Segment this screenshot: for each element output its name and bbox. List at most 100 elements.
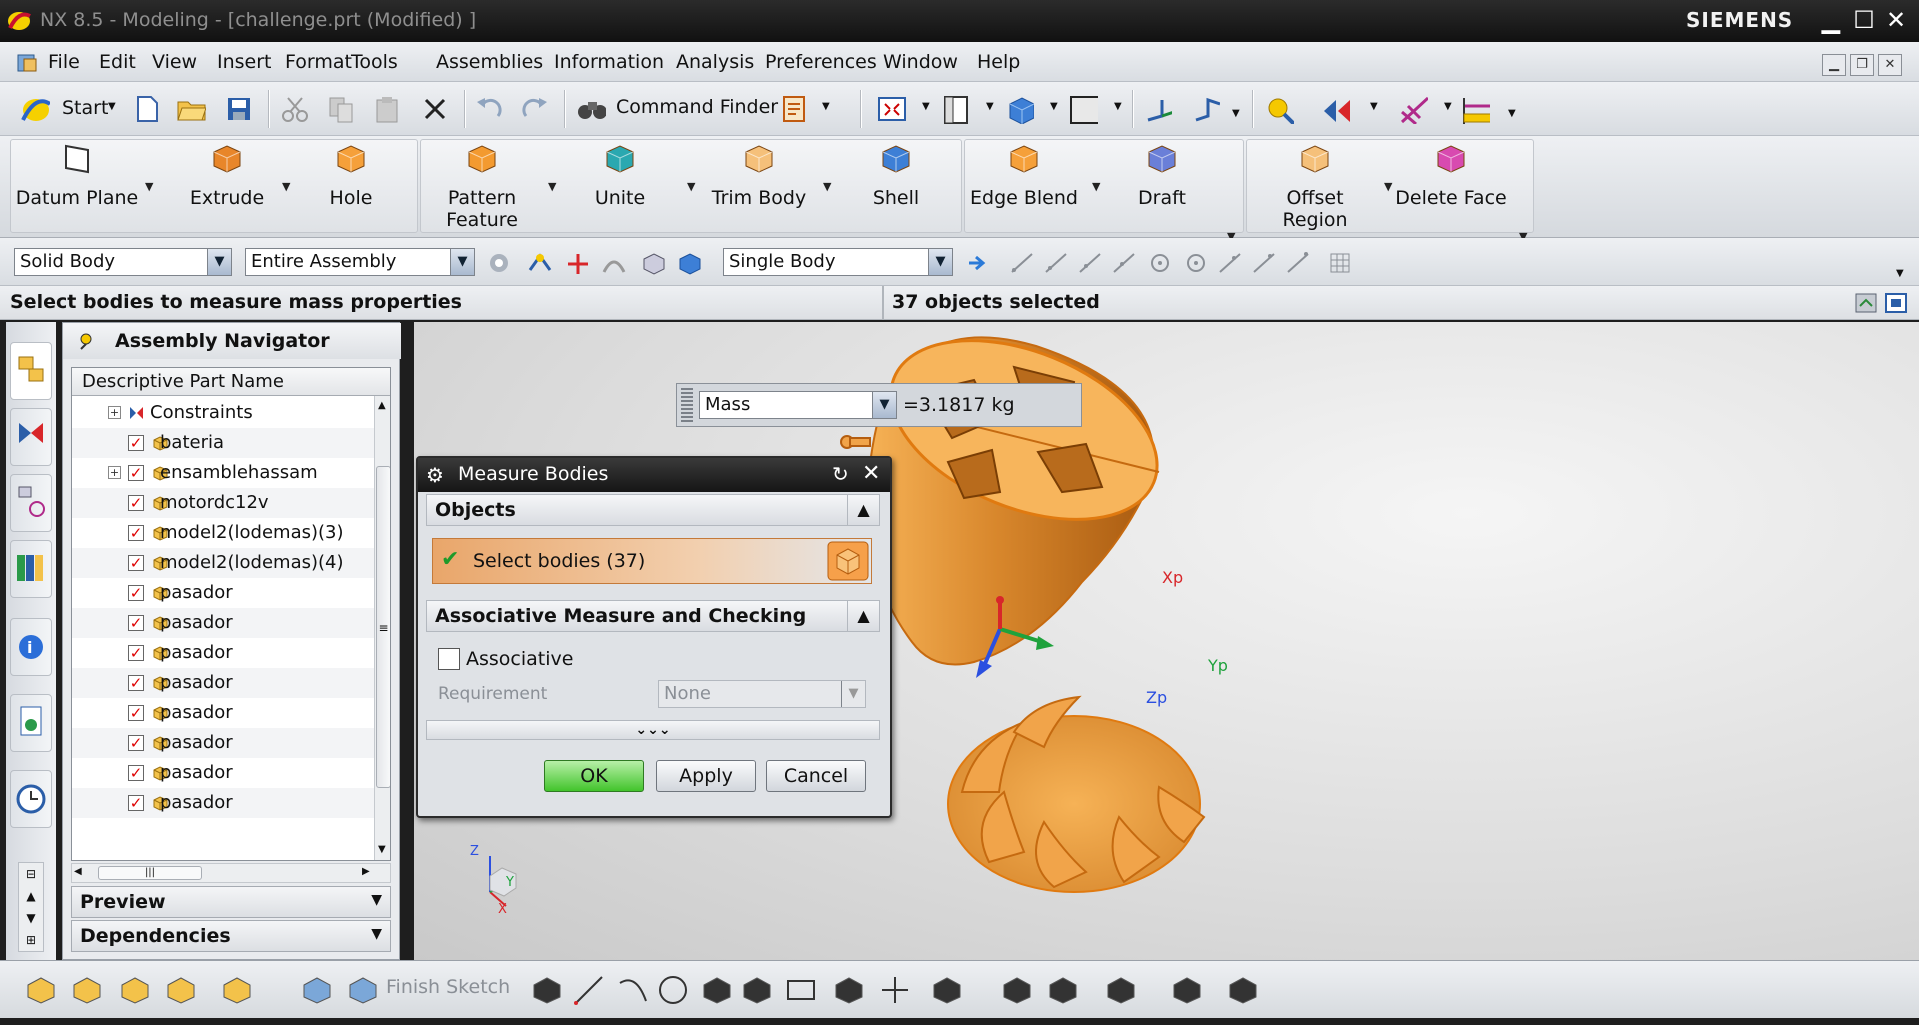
visibility-checkbox[interactable]: ✓ [128,645,144,661]
chevron-up-icon[interactable]: ▲ [847,601,879,631]
draft-button[interactable]: Draft [1104,142,1220,209]
visibility-checkbox[interactable]: ✓ [128,705,144,721]
new-file-icon[interactable] [132,94,162,124]
tree-row[interactable]: ✓ model2(lodemas)(4) [72,548,374,578]
wcs-dropdown-icon[interactable]: ▼ [1232,108,1240,119]
extrude-button[interactable]: Extrude [164,142,290,209]
snap-icon[interactable] [1398,94,1428,124]
close-button[interactable]: ✕ [1881,6,1911,34]
visibility-checkbox[interactable]: ✓ [128,735,144,751]
constraints-icon[interactable] [1170,973,1204,1007]
tree-row[interactable]: + Constraints [72,398,374,428]
constraint-navigator-tab[interactable] [10,408,52,466]
body-rule-select[interactable]: Single Body ▼ [723,248,953,276]
delete-face-button[interactable]: Delete Face [1386,142,1516,209]
orient-dropdown-icon[interactable]: ▼ [986,101,994,112]
full-screen-icon[interactable] [1854,292,1878,314]
expand-icon[interactable]: + [108,466,121,479]
menu-window[interactable]: Window [883,51,958,73]
arc-center-icon[interactable] [1146,250,1174,276]
hole-button[interactable]: Hole [296,142,406,209]
finish-sketch-button[interactable]: Finish Sketch [386,976,510,998]
polygon-icon[interactable] [832,973,866,1007]
visibility-checkbox[interactable]: ✓ [128,465,144,481]
chevron-down-icon[interactable]: ▼ [872,392,896,418]
chevron-down-icon[interactable]: ▼ [450,249,474,275]
move-wcs-icon[interactable] [1190,94,1220,124]
cancel-button[interactable]: Cancel [766,760,866,792]
menu-insert[interactable]: Insert [217,51,272,73]
vertical-scrollbar[interactable]: ▲ ≡ ▼ [374,396,390,860]
chevron-down-icon[interactable]: ▼ [548,180,556,193]
chevron-down-icon[interactable]: ▼ [371,892,382,908]
menu-assemblies[interactable]: Assemblies [436,51,543,73]
visibility-checkbox[interactable]: ✓ [128,795,144,811]
datum-plane-button[interactable]: Datum Plane [14,142,140,209]
navigator-tree[interactable]: Descriptive Part Name + Constraints ✓ bater… [71,367,391,861]
tree-row[interactable]: ✓ bateria [72,428,374,458]
analysis-icon[interactable] [1264,94,1294,124]
template-icon[interactable] [780,94,810,124]
tree-row[interactable]: ✓ pasador [72,788,374,818]
pattern-feature-button[interactable]: Pattern Feature [430,142,534,231]
circle-icon[interactable] [656,973,690,1007]
mdi-restore-button[interactable]: ❐ [1850,54,1874,76]
tree-row[interactable]: ✓ pasador [72,728,374,758]
undo-icon[interactable] [474,94,504,124]
tree-row[interactable]: ✓ model2(lodemas)(3) [72,518,374,548]
minimize-button[interactable]: ▁ [1816,6,1846,34]
web-browser-tab[interactable]: i [10,618,52,676]
maximize-button[interactable]: ☐ [1849,6,1879,34]
visibility-checkbox[interactable]: ✓ [128,675,144,691]
expand-icon[interactable]: + [108,406,121,419]
background-dropdown-icon[interactable]: ▼ [1114,101,1122,112]
measure-distance-icon[interactable] [1460,94,1490,124]
start-icon[interactable] [20,94,50,124]
visibility-checkbox[interactable]: ✓ [128,555,144,571]
chevron-down-icon[interactable]: ▼ [687,180,695,193]
paste-icon[interactable] [372,94,402,124]
snap-dropdown-icon[interactable]: ▼ [1444,101,1452,112]
objects-section-header[interactable]: Objects ▲ [426,494,880,526]
assembly-filter-icon[interactable] [486,250,512,276]
redo-icon[interactable] [520,94,550,124]
associative-checkbox[interactable] [438,648,460,670]
history-tab[interactable] [10,770,52,828]
offset-region-button[interactable]: Offset Region [1256,142,1374,231]
mdi-close-button[interactable]: ✕ [1878,54,1902,76]
intersection-icon[interactable] [1110,250,1138,276]
grid-icon[interactable] [1326,250,1354,276]
more-options-expander[interactable]: ⌄⌄⌄ [426,720,880,740]
type-filter-select[interactable]: Solid Body ▼ [14,248,232,276]
binoculars-icon[interactable] [576,94,606,124]
tree-row[interactable]: ✓ pasador [72,758,374,788]
chamfer-icon[interactable] [740,973,774,1007]
preview-panel-header[interactable]: Preview ▼ [71,886,391,918]
menu-help[interactable]: Help [977,51,1020,73]
arc-icon[interactable] [616,973,650,1007]
line-icon[interactable] [572,973,606,1007]
add-component-icon[interactable] [70,973,104,1007]
visibility-checkbox[interactable]: ✓ [128,585,144,601]
display-constraints-icon[interactable] [1226,973,1260,1007]
point-on-curve-icon[interactable] [1250,250,1278,276]
control-point-icon[interactable] [1076,250,1104,276]
tree-row[interactable]: ✓ motordc12v [72,488,374,518]
finish-sketch-icon[interactable] [346,973,380,1007]
select-bodies-row[interactable]: ✔ Select bodies (37) [432,538,872,584]
render-style-icon[interactable] [1004,94,1034,124]
quadrant-icon[interactable] [1182,250,1210,276]
extend-icon[interactable] [1046,973,1080,1007]
visibility-checkbox[interactable]: ✓ [128,765,144,781]
horizontal-scrollbar[interactable]: ◀ ||| ▶ [71,863,391,883]
arrangements-icon[interactable] [220,973,254,1007]
associative-section-header[interactable]: Associative Measure and Checking ▲ [426,600,880,632]
menu-file[interactable]: File [48,51,80,73]
chevron-down-icon[interactable]: ▼ [282,180,290,193]
select-solid-icon[interactable] [676,250,704,276]
resource-scroll[interactable]: ⊟ ▲ ▼ ⊞ [18,862,44,952]
start-dropdown-icon[interactable]: ▼ [108,101,116,112]
studio-spline-icon[interactable] [930,973,964,1007]
background-icon[interactable] [1068,94,1098,124]
pin-icon[interactable] [77,332,95,350]
